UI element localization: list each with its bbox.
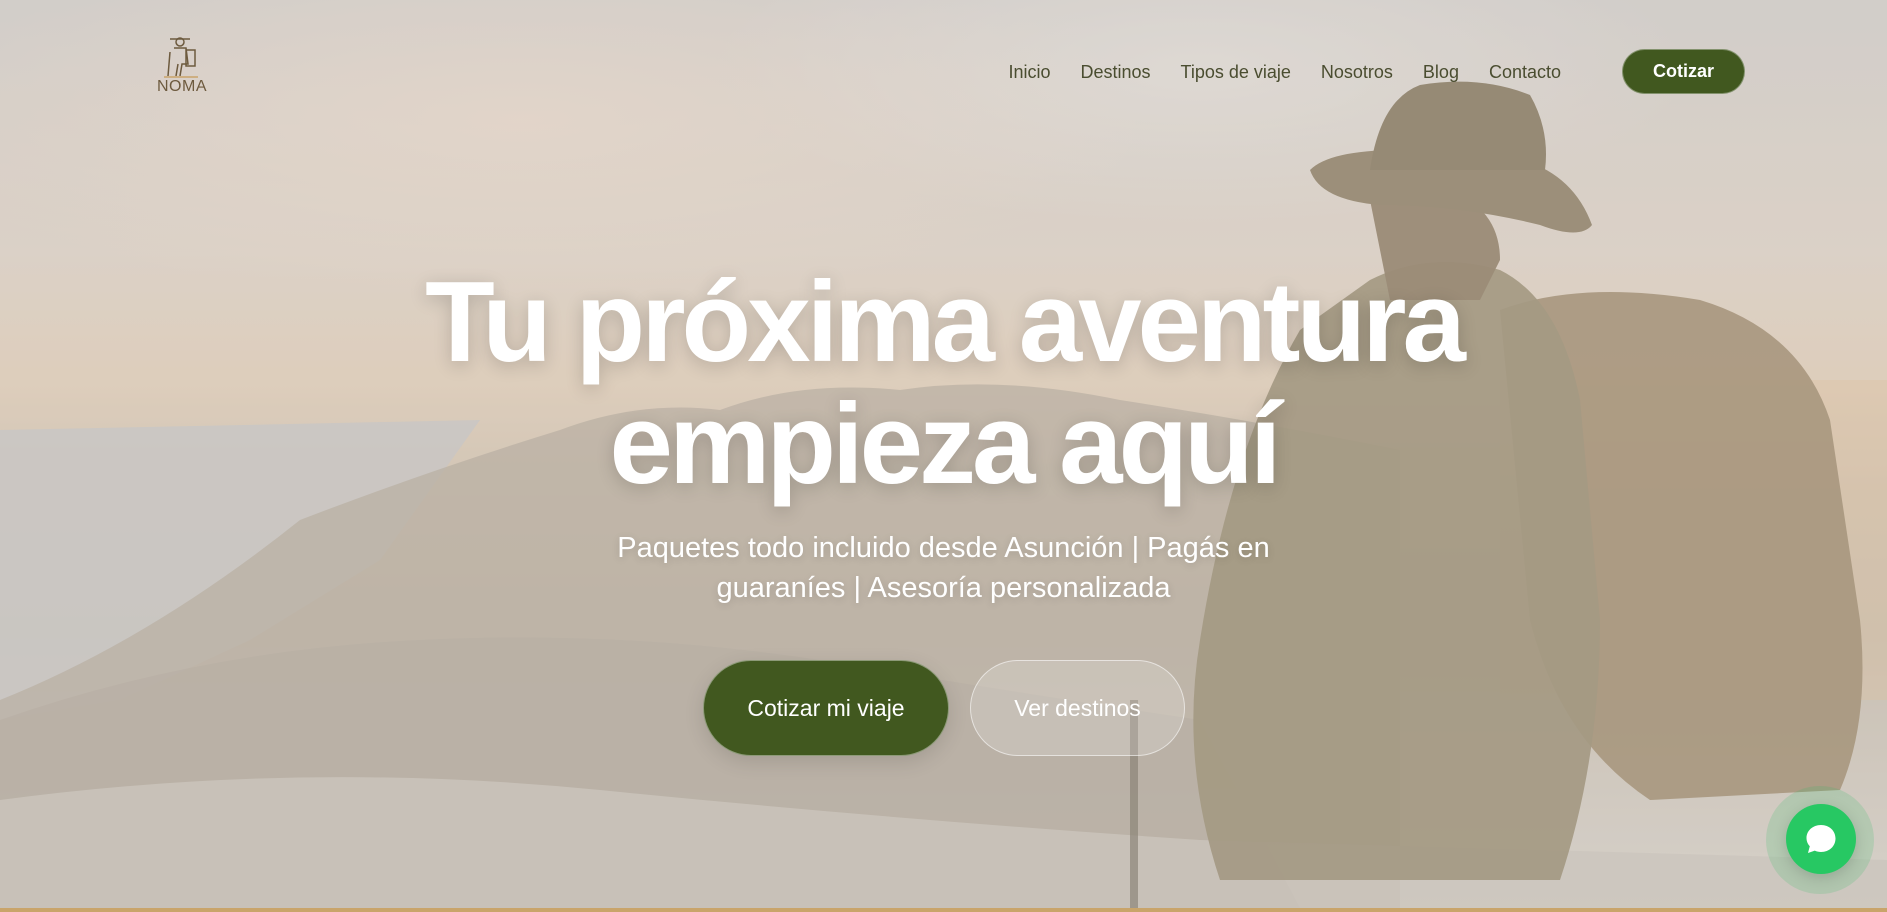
whatsapp-chat-button[interactable]	[1786, 804, 1856, 874]
nav-item-destinos[interactable]: Destinos	[1080, 58, 1150, 86]
nav-item-tipos-de-viaje[interactable]: Tipos de viaje	[1181, 58, 1291, 86]
cotizar-mi-viaje-button[interactable]: Cotizar mi viaje	[703, 660, 949, 756]
nav-item-contacto[interactable]: Contacto	[1489, 58, 1561, 86]
chat-bubble-icon	[1806, 825, 1836, 853]
nav-item-nosotros[interactable]: Nosotros	[1321, 58, 1393, 86]
hero-title-line-1: Tu próxima aventura	[425, 259, 1466, 386]
hero-title-line-2: empieza aquí	[609, 381, 1282, 508]
nav-item-blog[interactable]: Blog	[1423, 58, 1459, 86]
brand-logo[interactable]: NOMA	[152, 34, 212, 104]
hero-section: NOMA Inicio Destinos Tipos de viaje Noso…	[0, 0, 1887, 908]
main-nav: Inicio Destinos Tipos de viaje Nosotros …	[1008, 58, 1561, 86]
hero-title: Tu próxima aventura empieza aquí	[0, 262, 1887, 506]
hero-subtitle: Paquetes todo incluido desde Asunción | …	[617, 532, 1270, 604]
brand-name: NOMA	[157, 78, 207, 95]
hiker-logo-icon	[164, 37, 198, 78]
nav-item-inicio[interactable]: Inicio	[1008, 58, 1050, 86]
ver-destinos-button[interactable]: Ver destinos	[970, 660, 1185, 756]
bottom-accent-stripe	[0, 908, 1887, 912]
nav-cotizar-button[interactable]: Cotizar	[1622, 49, 1745, 94]
